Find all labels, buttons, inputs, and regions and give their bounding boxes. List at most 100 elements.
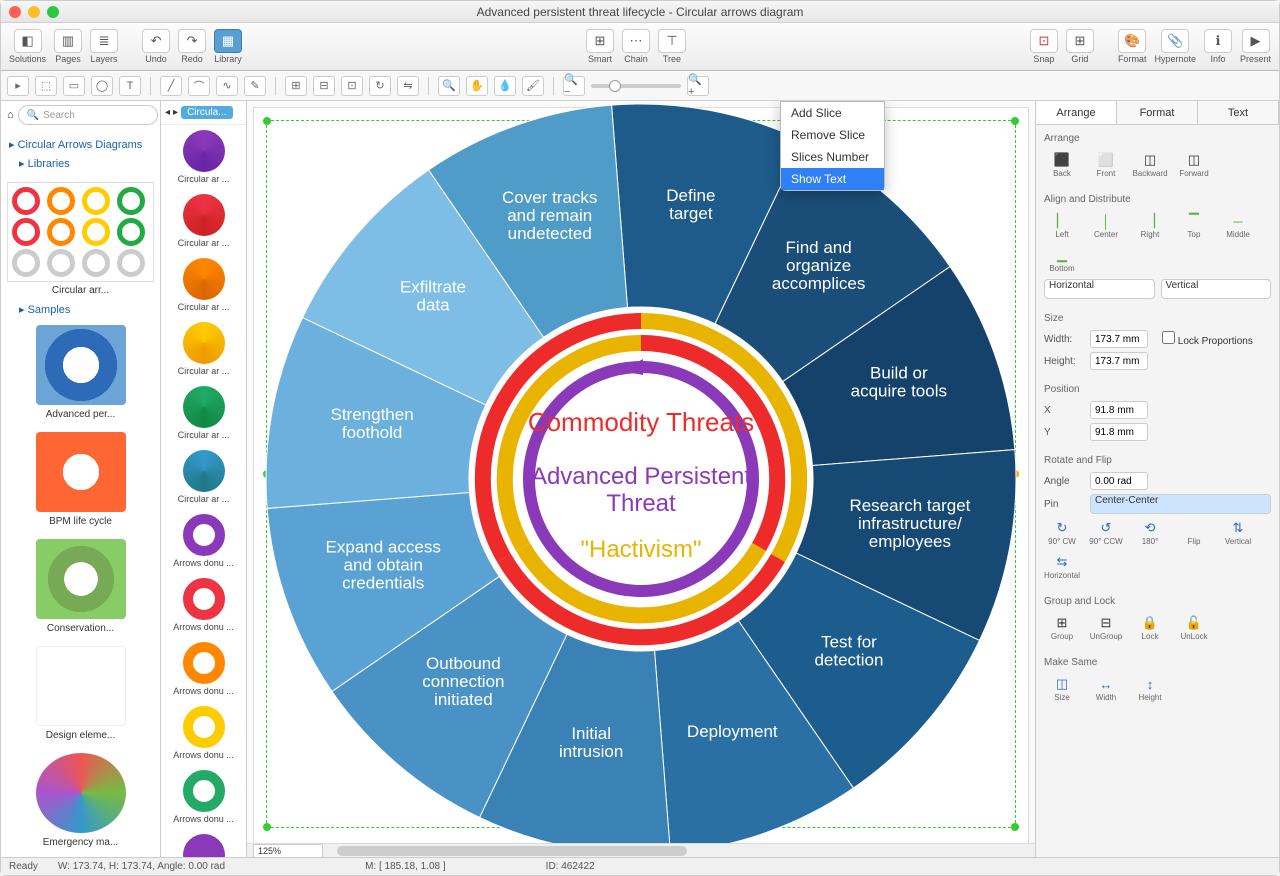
lib-item[interactable]: Arrows donu ... [161, 509, 246, 573]
align-middle-button[interactable]: ─Middle [1220, 213, 1256, 239]
rotate-180-button[interactable]: ⟲180° [1132, 520, 1168, 546]
eyedrop-tool[interactable]: 💧 [494, 76, 516, 96]
make-same-size-button[interactable]: ◫Size [1044, 676, 1080, 702]
sample-item[interactable]: Advanced per... [1, 319, 160, 426]
lib-item[interactable]: Circular ar ... [161, 253, 246, 317]
group-tool[interactable]: ⊞ [285, 76, 307, 96]
rotate-90cw-button[interactable]: ↻90° CW [1044, 520, 1080, 546]
pointer-tool[interactable]: ▸ [7, 76, 29, 96]
lib-item[interactable]: Arrows donu ... [161, 573, 246, 637]
library-thumbs[interactable] [7, 182, 154, 282]
horizontal-scrollbar[interactable]: 125% [247, 843, 1035, 857]
lib-item[interactable]: Arrows donu ... [161, 637, 246, 701]
select-tool[interactable]: ⬚ [35, 76, 57, 96]
brush-tool[interactable]: 🖌 [522, 76, 544, 96]
distribute-tool[interactable]: ⊡ [341, 76, 363, 96]
spline-tool[interactable]: ∿ [216, 76, 238, 96]
distribute-v-select[interactable]: Vertical [1161, 279, 1272, 299]
rotate-tool[interactable]: ↻ [369, 76, 391, 96]
undo-button[interactable]: ↶ [142, 29, 170, 53]
zoom-tool[interactable]: 🔍 [438, 76, 460, 96]
search-input[interactable]: 🔍Search [18, 105, 158, 125]
lock-proportions-checkbox[interactable] [1162, 331, 1175, 344]
bring-front-button[interactable]: ⬜Front [1088, 152, 1124, 178]
lib-item[interactable]: Arrows donu ... [161, 701, 246, 765]
pin-select[interactable]: Center-Center [1090, 494, 1271, 514]
lib-item[interactable]: Circular ar ... [161, 381, 246, 445]
make-same-width-button[interactable]: ↔Width [1088, 676, 1124, 702]
make-same-height-button[interactable]: ↕Height [1132, 676, 1168, 702]
width-input[interactable] [1090, 330, 1148, 348]
zoom-slider[interactable] [591, 84, 681, 88]
y-input[interactable] [1090, 423, 1148, 441]
hypernote-button[interactable]: 📎 [1161, 29, 1189, 53]
lib-item[interactable]: Circular ar ... [161, 189, 246, 253]
sample-item[interactable]: Emergency ma... [1, 747, 160, 854]
tree-button[interactable]: ⊤ [658, 29, 686, 53]
snap-button[interactable]: ⊡ [1030, 29, 1058, 53]
canvas-area[interactable]: DefinetargetFind andorganizeaccomplicesB… [247, 101, 1035, 857]
zoom-in-button[interactable]: 🔍+ [687, 76, 709, 96]
send-backward-button[interactable]: ◫Backward [1132, 152, 1168, 178]
library-button[interactable]: ▦ [214, 29, 242, 53]
zoom-combo[interactable]: 125% [253, 844, 323, 857]
arc-tool[interactable]: ⌒ [188, 76, 210, 96]
smart-button[interactable]: ⊞ [586, 29, 614, 53]
ellipse-tool[interactable]: ◯ [91, 76, 113, 96]
height-input[interactable] [1090, 352, 1148, 370]
lib-item[interactable]: Ring chart ... [161, 829, 246, 857]
tab-format[interactable]: Format [1117, 101, 1198, 124]
angle-input[interactable] [1090, 472, 1148, 490]
chain-button[interactable]: ⋯ [622, 29, 650, 53]
home-icon[interactable]: ⌂ [7, 109, 14, 121]
sample-item[interactable]: Design eleme... [1, 640, 160, 747]
tree-libraries[interactable]: ▸ Libraries [7, 154, 154, 173]
rotate-90ccw-button[interactable]: ↺90° CCW [1088, 520, 1124, 546]
ctx-add-slice[interactable]: Add Slice [781, 102, 884, 124]
pen-tool[interactable]: ✎ [244, 76, 266, 96]
pages-button[interactable]: ▥ [54, 29, 82, 53]
ctx-remove-slice[interactable]: Remove Slice [781, 124, 884, 146]
ctx-slices-number[interactable]: Slices Number [781, 146, 884, 168]
library-header[interactable]: ◂▸Circula... [161, 101, 246, 125]
tree-heading[interactable]: ▸ Circular Arrows Diagrams [7, 135, 154, 154]
present-button[interactable]: ▶ [1242, 29, 1270, 53]
flip-vertical-button[interactable]: ⇅Vertical [1220, 520, 1256, 546]
sample-item[interactable]: Conservation... [1, 533, 160, 640]
rect-tool[interactable]: ▭ [63, 76, 85, 96]
sample-item[interactable]: BPM life cycle [1, 426, 160, 533]
tab-arrange[interactable]: Arrange [1036, 101, 1117, 124]
ctx-show-text[interactable]: Show Text [781, 168, 884, 190]
lib-item[interactable]: Circular ar ... [161, 125, 246, 189]
line-tool[interactable]: ╱ [160, 76, 182, 96]
hand-tool[interactable]: ✋ [466, 76, 488, 96]
ungroup-button[interactable]: ⊟UnGroup [1088, 615, 1124, 641]
zoom-out-button[interactable]: 🔍− [563, 76, 585, 96]
align-center-button[interactable]: │Center [1088, 213, 1124, 239]
align-right-button[interactable]: ▕Right [1132, 213, 1168, 239]
info-button[interactable]: ℹ [1204, 29, 1232, 53]
layers-button[interactable]: ≣ [90, 29, 118, 53]
lib-item[interactable]: Arrows donu ... [161, 765, 246, 829]
align-left-button[interactable]: ▏Left [1044, 213, 1080, 239]
align-tool[interactable]: ⊟ [313, 76, 335, 96]
unlock-button[interactable]: 🔓UnLock [1176, 615, 1212, 641]
x-input[interactable] [1090, 401, 1148, 419]
send-back-button[interactable]: ⬛Back [1044, 152, 1080, 178]
lib-item[interactable]: Circular ar ... [161, 445, 246, 509]
align-top-button[interactable]: ▔Top [1176, 213, 1212, 239]
lock-button[interactable]: 🔒Lock [1132, 615, 1168, 641]
flip-tool[interactable]: ⇋ [397, 76, 419, 96]
distribute-h-select[interactable]: Horizontal [1044, 279, 1155, 299]
group-button[interactable]: ⊞Group [1044, 615, 1080, 641]
tree-samples[interactable]: ▸ Samples [1, 300, 160, 319]
redo-button[interactable]: ↷ [178, 29, 206, 53]
circular-diagram[interactable]: DefinetargetFind andorganizeaccomplicesB… [261, 101, 1021, 857]
align-bottom-button[interactable]: ▁Bottom [1044, 247, 1080, 273]
tab-text[interactable]: Text [1198, 101, 1279, 124]
grid-button[interactable]: ⊞ [1066, 29, 1094, 53]
format-button[interactable]: 🎨 [1118, 29, 1146, 53]
lib-item[interactable]: Circular ar ... [161, 317, 246, 381]
bring-forward-button[interactable]: ◫Forward [1176, 152, 1212, 178]
text-tool[interactable]: T [119, 76, 141, 96]
